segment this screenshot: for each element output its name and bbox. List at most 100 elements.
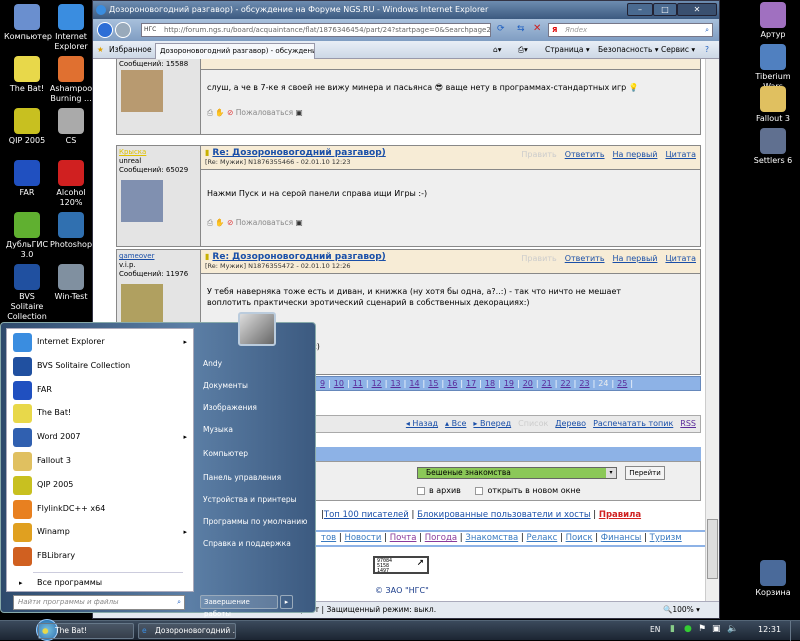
start-right-item[interactable]: Справка и поддержка [203,539,291,548]
start-program-item[interactable]: Word 2007 ▸ [11,426,191,448]
counter-badge[interactable]: 97084 5158 1497 ↗ [373,555,429,574]
username-link[interactable]: gameover [119,252,198,261]
start-program-item[interactable]: Fallout 3 [11,450,191,472]
start-search-input[interactable]: Найти программы и файлы ⌕ [13,595,185,610]
site-link[interactable]: Поиск [566,533,593,543]
desktop-icon[interactable]: The Bat! [4,56,50,94]
start-program-item[interactable]: The Bat! [11,402,191,424]
vertical-scrollbar[interactable] [705,59,719,601]
desktop-icon[interactable]: Photoshop [48,212,94,250]
all-programs-button[interactable]: ▸ Все программы [11,572,191,594]
close-button[interactable]: ✕ [677,3,717,16]
desktop-icon[interactable]: Ashampoo Burning ... [48,56,94,104]
page-link-20[interactable]: 20 [523,379,533,388]
stop-icon[interactable]: ✕ [533,23,541,34]
maximize-button[interactable]: □ [653,3,677,16]
first-button[interactable]: На первый [613,254,658,263]
page-link-23[interactable]: 23 [579,379,589,388]
start-program-item[interactable]: FBLibrary [11,545,191,567]
flag-icon[interactable]: ⚑ [698,624,706,634]
start-program-item[interactable]: FAR [11,379,191,401]
tab-active[interactable]: Дозороновогодний разгавор) - обсуждение … [155,43,315,59]
desktop-icon[interactable]: FAR [4,160,50,198]
site-link[interactable]: тов [321,533,336,543]
desktop-icon[interactable]: Корзина [750,560,796,598]
site-link[interactable]: Туризм [650,533,682,543]
minimize-button[interactable]: – [627,3,653,16]
desktop-icon[interactable]: Артур [750,2,796,40]
print-icon[interactable]: ⎙▾ [518,45,528,55]
network-icon[interactable]: ▣ [712,624,721,634]
taskbar-item-ie[interactable]: e Дозороновогодний ... [138,623,236,639]
start-program-item[interactable]: Winamp ▸ [11,521,191,543]
page-link-16[interactable]: 16 [447,379,457,388]
footer-link[interactable]: Топ 100 писателей [324,510,409,520]
nav-link[interactable]: ▴ Все [445,419,466,428]
desktop-icon[interactable]: Alcohol 120% [48,160,94,208]
back-button[interactable] [97,22,113,38]
desktop-icon[interactable]: Компьютер [4,4,52,42]
print-icon[interactable]: ⎙ ✋ [207,108,227,117]
page-link-19[interactable]: 19 [504,379,514,388]
page-link-13[interactable]: 13 [390,379,400,388]
nav-link[interactable]: Распечатать топик [593,419,673,428]
compat-icon[interactable]: ⇆ [517,24,525,34]
refresh-icon[interactable]: ⟳ [497,24,505,34]
page-link-17[interactable]: 17 [466,379,476,388]
reply-button[interactable]: Ответить [565,254,605,263]
shutdown-button[interactable]: Завершение работы [200,595,278,618]
page-link-25[interactable]: 25 [617,379,627,388]
language-indicator[interactable]: EN [650,625,660,634]
start-program-item[interactable]: BVS Solitaire Collection [11,355,191,377]
search-icon[interactable]: ⌕ [705,24,709,36]
desktop-icon[interactable]: QIP 2005 [4,108,50,146]
page-link-21[interactable]: 21 [542,379,552,388]
complain-icon[interactable]: ⊘ [227,218,236,227]
reply-button[interactable]: Ответить [565,150,605,159]
desktop-icon[interactable]: Tiberium Wars [750,44,796,92]
favorites-button[interactable]: Избранное [109,45,152,54]
desktop-icon[interactable]: ДубльГИС 3.0 [4,212,50,260]
start-program-item[interactable]: FlylinkDC++ x64 [11,498,191,520]
window-icon[interactable]: ▣ [293,108,303,117]
desktop-icon[interactable]: Settlers 6 [750,128,796,166]
forward-button[interactable] [115,22,131,38]
start-right-item[interactable]: Панель управления [203,473,281,482]
first-button[interactable]: На первый [613,150,658,159]
post-title-link[interactable]: Re: Дозороновогодний разгавор) [212,148,385,158]
new-window-checkbox[interactable] [475,486,484,495]
start-right-item[interactable]: Программы по умолчанию [203,517,307,526]
footer-link[interactable]: Правила [599,510,641,520]
taskbar-item-thebat[interactable]: ● The Bat! [38,623,134,639]
go-button[interactable]: Перейти [625,466,665,480]
desktop-icon[interactable]: CS [48,108,94,146]
help-icon[interactable]: ? [705,45,709,54]
nav-link[interactable]: ◂ Назад [406,419,438,428]
site-link[interactable]: Финансы [601,533,642,543]
archive-checkbox[interactable] [417,486,425,495]
menu-page[interactable]: Страница ▾ [545,45,590,54]
edit-button[interactable]: Править [521,254,556,263]
volume-icon[interactable]: 🔈 [727,624,738,634]
app-tray-icon[interactable]: ● [684,624,692,634]
page-link-14[interactable]: 14 [409,379,419,388]
start-right-item[interactable]: Andy [203,359,222,368]
page-link-10[interactable]: 10 [334,379,344,388]
favorites-star-icon[interactable]: ★ [97,45,104,54]
menu-tools[interactable]: Сервис ▾ [661,45,695,54]
site-link[interactable]: Почта [390,533,417,543]
shutdown-options-button[interactable]: ▸ [280,595,293,609]
desktop-icon[interactable]: BVS Solitaire Collection [4,264,50,322]
username-link[interactable]: Крыска [119,148,198,157]
forum-select[interactable]: Бешеные знакомства ▾ [417,467,617,479]
chevron-down-icon[interactable]: ▾ [606,468,616,478]
quote-button[interactable]: Цитата [665,254,696,263]
complain-icon[interactable]: ⊘ [227,108,236,117]
start-right-item[interactable]: Музыка [203,425,233,434]
window-icon[interactable]: ▣ [293,218,303,227]
scrollbar-thumb[interactable] [707,519,718,579]
nav-link[interactable]: ▸ Вперед [473,419,511,428]
address-input[interactable]: НГС http://forum.ngs.ru/board/acquaintanc… [141,23,491,37]
edit-button[interactable]: Править [521,150,556,159]
zoom-control[interactable]: 🔍100% ▾ [663,602,700,618]
